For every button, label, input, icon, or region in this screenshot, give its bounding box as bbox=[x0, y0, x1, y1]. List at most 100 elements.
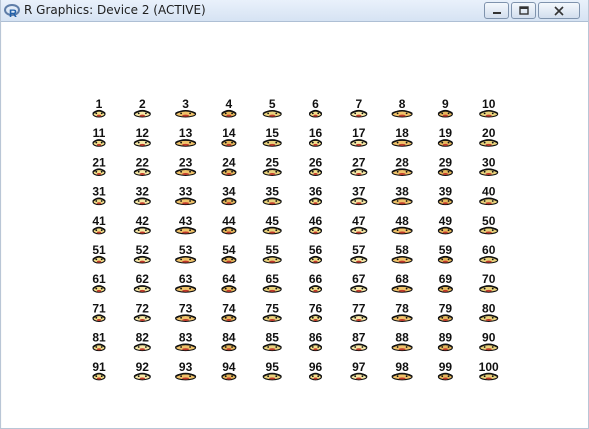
face-mouth bbox=[139, 114, 146, 117]
face-eye bbox=[100, 346, 103, 348]
face-eye bbox=[137, 316, 140, 319]
face-eye bbox=[95, 112, 98, 115]
face-label: 89 bbox=[439, 331, 453, 345]
face-label: 92 bbox=[136, 360, 150, 374]
face-glyph: 3 bbox=[175, 97, 197, 118]
maximize-button[interactable] bbox=[511, 2, 536, 19]
face-eye bbox=[137, 141, 140, 144]
face-mouth bbox=[96, 173, 102, 176]
face-eye bbox=[189, 346, 192, 348]
face-eye bbox=[145, 375, 147, 378]
face-mouth bbox=[398, 231, 406, 234]
face-eye bbox=[441, 200, 444, 202]
face-mouth bbox=[139, 289, 146, 292]
face-eye bbox=[311, 375, 314, 378]
face-mouth bbox=[139, 231, 146, 234]
face-eye bbox=[224, 141, 227, 144]
face-eye bbox=[95, 170, 98, 173]
face-glyph: 69 bbox=[437, 272, 453, 293]
face-mouth bbox=[182, 319, 190, 322]
face-mouth bbox=[398, 143, 406, 146]
face-eye bbox=[447, 170, 450, 173]
face-eye bbox=[145, 141, 147, 144]
face-glyph: 95 bbox=[262, 360, 282, 381]
minimize-button[interactable] bbox=[484, 2, 509, 19]
face-mouth bbox=[226, 260, 232, 263]
face-glyph: 10 bbox=[479, 97, 499, 118]
face-label: 5 bbox=[269, 97, 276, 111]
face-mouth bbox=[226, 289, 232, 292]
face-glyph: 94 bbox=[221, 360, 237, 381]
face-eye bbox=[483, 141, 486, 144]
face-eye bbox=[100, 258, 103, 261]
face-eye bbox=[317, 287, 320, 290]
face-label: 40 bbox=[482, 185, 496, 199]
face-eye bbox=[189, 141, 192, 144]
face-mouth bbox=[398, 114, 406, 117]
face-eye bbox=[447, 316, 450, 319]
face-mouth bbox=[398, 319, 406, 322]
face-eye bbox=[405, 141, 408, 144]
face-label: 68 bbox=[395, 272, 409, 286]
face-glyph: 85 bbox=[262, 331, 282, 352]
face-glyph: 66 bbox=[309, 272, 322, 293]
face-eye bbox=[231, 141, 233, 144]
face-eye bbox=[311, 112, 314, 115]
face-glyph: 92 bbox=[133, 360, 151, 381]
face-label: 18 bbox=[395, 126, 409, 140]
face-eye bbox=[447, 258, 450, 261]
face-glyph: 53 bbox=[175, 243, 197, 264]
face-eye bbox=[354, 141, 357, 144]
face-eye bbox=[405, 258, 408, 261]
face-eye bbox=[137, 229, 140, 232]
face-eye bbox=[311, 346, 314, 348]
face-eye bbox=[311, 287, 314, 290]
face-label: 6 bbox=[312, 97, 319, 111]
face-label: 81 bbox=[92, 331, 106, 345]
face-eye bbox=[396, 287, 399, 290]
face-mouth bbox=[182, 114, 190, 117]
face-glyph: 43 bbox=[175, 214, 197, 235]
face-eye bbox=[361, 375, 364, 378]
face-eye bbox=[361, 200, 364, 202]
face-mouth bbox=[139, 143, 146, 146]
face-mouth bbox=[226, 143, 232, 146]
face-eye bbox=[231, 112, 233, 115]
face-glyph: 90 bbox=[479, 331, 499, 352]
close-button[interactable] bbox=[538, 2, 580, 19]
face-label: 59 bbox=[439, 243, 453, 257]
face-glyph: 50 bbox=[479, 214, 499, 235]
face-label: 79 bbox=[439, 301, 453, 315]
face-label: 7 bbox=[355, 97, 362, 111]
face-mouth bbox=[313, 260, 318, 263]
title-bar[interactable]: R R Graphics: Device 2 (ACTIVE) bbox=[1, 0, 588, 22]
face-glyph: 84 bbox=[221, 331, 237, 352]
face-glyph: 9 bbox=[437, 97, 453, 118]
face-glyph: 13 bbox=[175, 126, 197, 147]
face-mouth bbox=[313, 289, 318, 292]
face-mouth bbox=[226, 173, 232, 176]
face-mouth bbox=[96, 289, 102, 292]
face-label: 13 bbox=[179, 126, 193, 140]
face-label: 32 bbox=[136, 185, 150, 199]
face-label: 78 bbox=[395, 301, 409, 315]
face-eye bbox=[267, 346, 270, 348]
face-label: 63 bbox=[179, 272, 193, 286]
face-eye bbox=[180, 287, 183, 290]
face-glyph: 60 bbox=[479, 243, 499, 264]
face-glyph: 88 bbox=[391, 331, 413, 352]
face-mouth bbox=[139, 377, 146, 380]
face-glyph: 2 bbox=[133, 97, 151, 118]
face-glyph: 51 bbox=[92, 243, 106, 264]
face-label: 3 bbox=[182, 97, 189, 111]
face-eye bbox=[447, 375, 450, 378]
face-glyph: 91 bbox=[92, 360, 106, 381]
face-mouth bbox=[485, 173, 492, 176]
face-eye bbox=[447, 141, 450, 144]
face-eye bbox=[180, 316, 183, 319]
face-eye bbox=[396, 258, 399, 261]
face-glyph: 68 bbox=[391, 272, 413, 293]
face-eye bbox=[354, 346, 357, 348]
plot-canvas: 1 2 3 4 5 6 7 8 9 10 11 12 13 14 15 16 17 18 19 20 21 22 23 24 2… bbox=[2, 22, 588, 428]
face-eye bbox=[317, 258, 320, 261]
